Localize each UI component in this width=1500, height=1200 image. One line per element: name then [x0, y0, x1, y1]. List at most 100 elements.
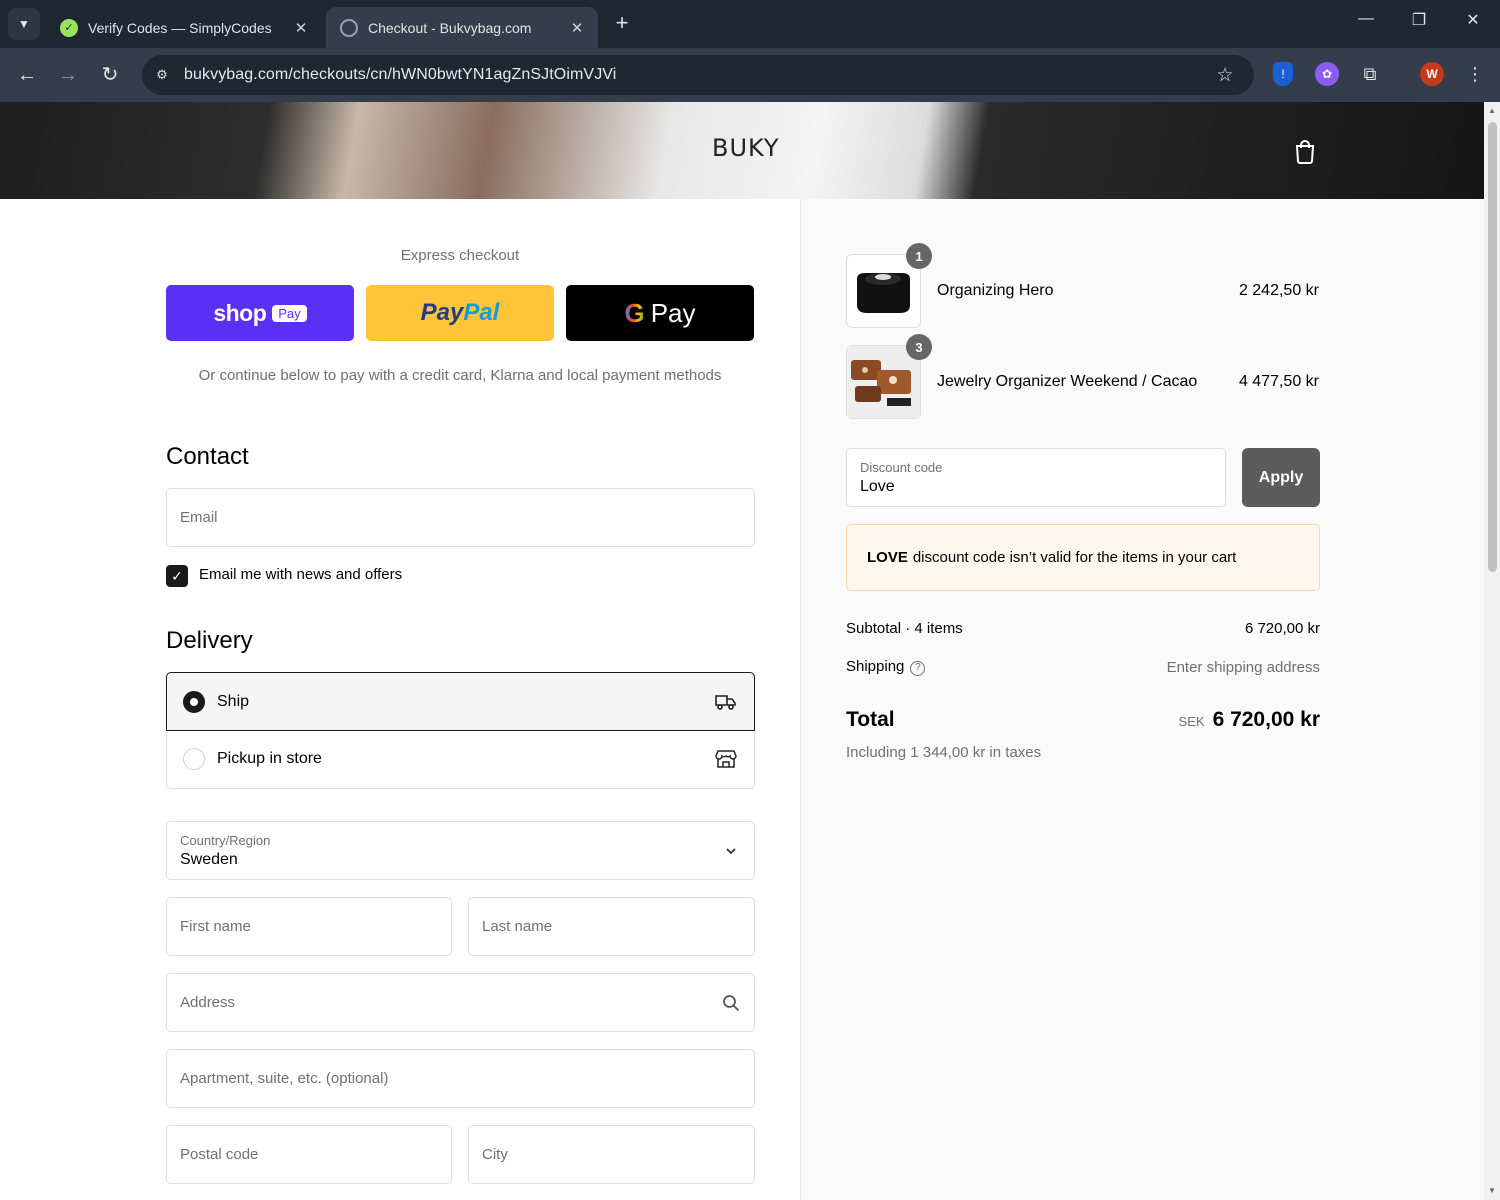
email-placeholder: Email: [180, 509, 218, 526]
store-icon: [715, 750, 737, 768]
product-thumbnail: 1: [846, 243, 932, 328]
first-name-field[interactable]: First name: [166, 897, 452, 956]
item-name: Organizing Hero: [937, 282, 1054, 299]
minimize-icon[interactable]: —: [1351, 10, 1381, 28]
subtotal-label: Subtotal · 4 items: [846, 620, 963, 637]
store-logo[interactable]: BUKY: [712, 134, 780, 162]
postal-code-field[interactable]: Postal code: [166, 1125, 452, 1184]
google-pay-logo: G Pay: [624, 297, 696, 328]
country-value: Sweden: [180, 851, 238, 868]
ship-label: Ship: [217, 692, 250, 710]
subtotal-row: Subtotal · 4 items 6 720,00 kr: [846, 620, 1320, 637]
shipping-row: Shipping? Enter shipping address: [846, 658, 1320, 676]
last-name-field[interactable]: Last name: [468, 897, 755, 956]
paypal-button[interactable]: PayPal: [366, 285, 554, 341]
shopping-bag-icon[interactable]: [1293, 138, 1317, 164]
taxes-row: Including 1 344,00 kr in taxes: [846, 744, 1320, 761]
google-pay-button[interactable]: G Pay: [566, 285, 754, 341]
first-name-placeholder: First name: [180, 918, 251, 935]
restore-icon[interactable]: ❐: [1404, 10, 1434, 30]
country-label: Country/Region: [180, 833, 271, 848]
radio-selected[interactable]: [183, 690, 205, 713]
scroll-down-icon[interactable]: ▼: [1487, 1186, 1497, 1195]
url-text[interactable]: bukvybag.com/checkouts/cn/hWN0bwtYN1agZn…: [184, 66, 1210, 84]
total-value: 6 720,00 kr: [1212, 708, 1320, 731]
close-icon[interactable]: ✕: [292, 19, 310, 37]
checkout-form-column: Express checkout shop Pay PayPal G Pay Or…: [0, 199, 800, 1200]
continue-note: Or continue below to pay with a credit c…: [198, 367, 722, 384]
quantity-badge: 3: [906, 334, 932, 360]
extension-icon[interactable]: ✿: [1315, 62, 1339, 86]
chevron-down-icon: ▼: [18, 17, 30, 31]
scrollbar-thumb[interactable]: [1488, 122, 1497, 572]
last-name-placeholder: Last name: [482, 918, 553, 935]
city-field[interactable]: City: [468, 1125, 755, 1184]
shipping-label: Shipping: [846, 658, 905, 675]
shipping-value: Enter shipping address: [1166, 658, 1320, 676]
product-thumbnail: 3: [846, 334, 932, 419]
plus-icon[interactable]: +: [610, 12, 634, 36]
tab-checkout[interactable]: Checkout - Bukvybag.com ✕: [326, 7, 598, 48]
shield-extension-icon[interactable]: !: [1273, 62, 1293, 86]
help-icon[interactable]: ?: [910, 661, 926, 676]
discount-code-field[interactable]: Discount code Love: [846, 448, 1226, 507]
jewelry-organizer-image: [847, 346, 920, 418]
delivery-heading: Delivery: [166, 627, 253, 654]
news-checkbox[interactable]: ✓: [166, 565, 188, 587]
total-label: Total: [846, 708, 895, 731]
more-icon[interactable]: ⋮: [1463, 62, 1487, 86]
quantity-badge: 1: [906, 243, 932, 269]
address-field[interactable]: Address: [166, 973, 755, 1032]
delivery-options: Ship Pickup in store: [166, 672, 755, 790]
taxes-note: Including 1 344,00 kr in taxes: [846, 744, 1042, 761]
close-window-icon[interactable]: ✕: [1458, 10, 1488, 30]
address-bar[interactable]: ⚙ bukvybag.com/checkouts/cn/hWN0bwtYN1ag…: [142, 55, 1254, 95]
pickup-label: Pickup in store: [217, 750, 322, 767]
scroll-up-icon[interactable]: ▲: [1487, 106, 1497, 115]
discount-error-message: LOVE discount code isn’t valid for the i…: [846, 524, 1320, 591]
news-checkbox-label[interactable]: Email me with news and offers: [199, 566, 402, 583]
country-select[interactable]: Country/Region Sweden: [166, 821, 755, 880]
site-settings-icon[interactable]: ⚙: [152, 67, 172, 83]
express-checkout-title: Express checkout: [400, 247, 520, 264]
chevron-down-icon: [726, 848, 736, 855]
search-icon[interactable]: [722, 994, 740, 1012]
city-placeholder: City: [482, 1146, 508, 1163]
tab-simplycodes[interactable]: ✓ Verify Codes — SimplyCodes ✕: [46, 7, 322, 48]
postal-placeholder: Postal code: [180, 1146, 259, 1163]
apartment-placeholder: Apartment, suite, etc. (optional): [180, 1070, 389, 1087]
browser-tabstrip: ▼ ✓ Verify Codes — SimplyCodes ✕ Checkou…: [0, 0, 1500, 48]
store-banner: BUKY: [0, 102, 1484, 199]
email-field[interactable]: Email: [166, 488, 755, 547]
order-summary-column: 1 Organizing Hero 2 242,50 kr 3 Jewelry …: [800, 199, 1484, 1200]
simplycodes-favicon: ✓: [60, 18, 78, 37]
puzzle-icon[interactable]: ⧉: [1358, 62, 1382, 86]
apply-discount-button[interactable]: Apply: [1242, 448, 1320, 507]
close-icon[interactable]: ✕: [568, 19, 586, 37]
shop-pay-button[interactable]: shop Pay: [166, 285, 354, 341]
organizer-image: [857, 273, 910, 313]
delivery-option-pickup[interactable]: Pickup in store: [166, 730, 755, 789]
paypal-logo: PayPal: [420, 299, 500, 326]
radio-unselected[interactable]: [183, 748, 205, 770]
shop-pay-badge: Pay: [272, 304, 307, 322]
item-price: 4 477,50 kr: [1238, 373, 1319, 390]
shop-pay-logo: shop: [213, 299, 267, 326]
reload-icon[interactable]: ↻: [97, 62, 123, 88]
discount-value: Love: [860, 478, 895, 495]
checkout-page: BUKY Express checkout shop Pay PayPal GP…: [0, 102, 1484, 1200]
forward-icon[interactable]: →: [55, 62, 81, 88]
back-icon[interactable]: ←: [14, 62, 40, 88]
tab-search-button[interactable]: ▼: [8, 8, 40, 40]
item-name: Jewelry Organizer Weekend / Cacao: [937, 373, 1198, 390]
profile-avatar[interactable]: W: [1420, 62, 1444, 86]
total-currency: SEK: [1178, 714, 1205, 729]
browser-toolbar: ← → ↻ ⚙ bukvybag.com/checkouts/cn/hWN0bw…: [0, 48, 1500, 102]
address-placeholder: Address: [180, 994, 236, 1011]
truck-icon: [715, 694, 736, 710]
star-icon[interactable]: ☆: [1210, 64, 1240, 87]
error-code: LOVE: [867, 549, 908, 566]
page-scrollbar[interactable]: ▲ ▼: [1484, 102, 1500, 1200]
apartment-field[interactable]: Apartment, suite, etc. (optional): [166, 1049, 755, 1108]
delivery-option-ship[interactable]: Ship: [166, 672, 755, 731]
